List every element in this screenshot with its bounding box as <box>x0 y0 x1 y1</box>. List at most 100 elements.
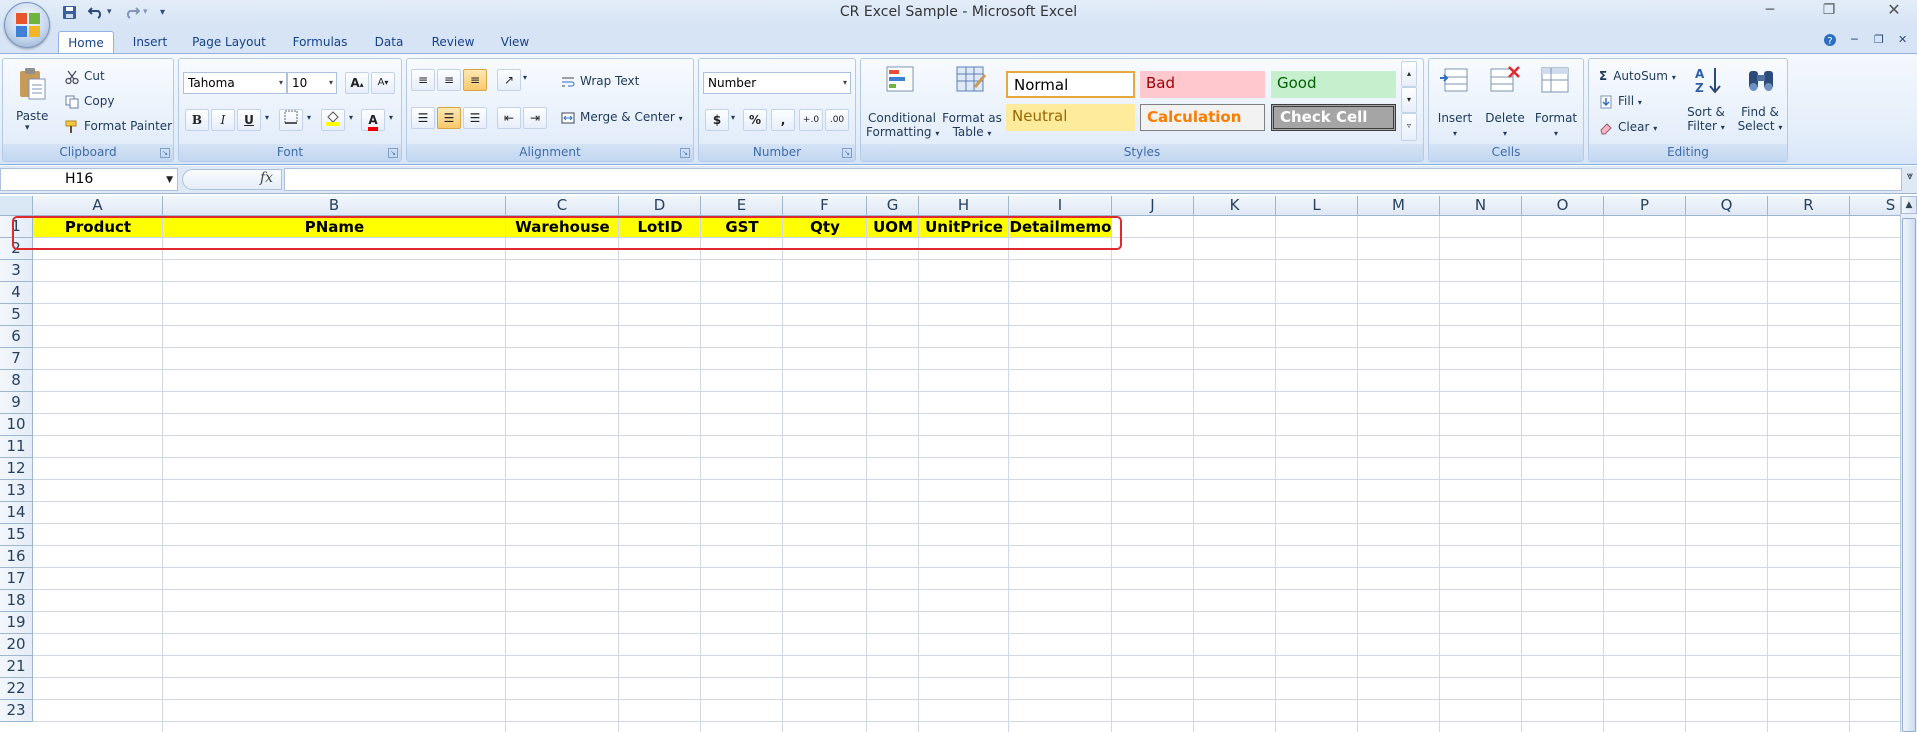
middle-align-button[interactable]: ≡ <box>437 69 461 91</box>
format-as-table-button[interactable]: Format as Table ▾ <box>941 111 1003 139</box>
borders-button[interactable] <box>279 109 303 131</box>
insert-cells-button[interactable]: Insert ▾ <box>1433 111 1477 139</box>
clear-button[interactable]: Clear ▾ <box>1599 120 1657 135</box>
orientation-button[interactable]: ↗ <box>497 69 521 91</box>
increase-decimal-button[interactable]: +.0 <box>799 109 823 131</box>
help-icon[interactable]: ? <box>1823 33 1837 50</box>
formula-input[interactable] <box>284 168 1902 191</box>
column-header-f[interactable]: F <box>783 196 867 216</box>
row-header-12[interactable]: 12 <box>0 458 33 480</box>
tab-home[interactable]: Home <box>58 31 114 54</box>
column-header-a[interactable]: A <box>33 196 163 216</box>
binoculars-icon[interactable] <box>1745 65 1777 95</box>
decrease-decimal-button[interactable]: .00 <box>825 109 849 131</box>
tab-page-layout[interactable]: Page Layout <box>186 31 272 54</box>
name-box[interactable]: H16 ▼ <box>0 168 178 191</box>
ribbon-restore-icon[interactable]: ❐ <box>1874 33 1884 46</box>
merge-dropdown-icon[interactable]: ▾ <box>679 114 683 123</box>
tab-formulas[interactable]: Formulas <box>282 31 358 54</box>
column-header-e[interactable]: E <box>701 196 783 216</box>
column-header-n[interactable]: N <box>1440 196 1522 216</box>
minimize-icon[interactable]: ─ <box>1753 0 1787 22</box>
row-header-9[interactable]: 9 <box>0 392 33 414</box>
top-align-button[interactable]: ≡ <box>411 69 435 91</box>
scroll-up-icon[interactable]: ▲ <box>1901 196 1917 214</box>
fill-color-dropdown-icon[interactable]: ▾ <box>349 113 353 122</box>
row-header-23[interactable]: 23 <box>0 700 33 722</box>
font-color-button[interactable]: A <box>361 109 385 131</box>
font-name-combo[interactable]: Tahoma ▾ <box>183 72 287 94</box>
conditional-formatting-button[interactable]: Conditional Formatting ▾ <box>866 111 939 139</box>
column-header-m[interactable]: M <box>1358 196 1440 216</box>
worksheet-grid[interactable]: ABCDEFGHIJKLMNOPQRS 1 2 3 4 5 6 7 8 9 10 11 12 13 14 1… <box>0 196 1900 732</box>
office-button[interactable] <box>4 2 50 48</box>
cell-style-bad[interactable]: Bad <box>1140 71 1265 98</box>
increase-indent-button[interactable]: ⇥ <box>523 107 547 129</box>
underline-dropdown-icon[interactable]: ▾ <box>265 113 269 122</box>
cell-style-normal[interactable]: Normal <box>1006 71 1135 98</box>
align-left-button[interactable]: ☰ <box>411 107 435 129</box>
alignment-launcher-icon[interactable]: ↘ <box>680 148 690 158</box>
align-right-button[interactable]: ☰ <box>463 107 487 129</box>
close-icon[interactable]: ✕ <box>1877 0 1911 22</box>
row-header-13[interactable]: 13 <box>0 480 33 502</box>
fill-button[interactable]: Fill ▾ <box>1599 94 1642 109</box>
wrap-text-button[interactable]: Wrap Text <box>561 74 639 89</box>
row-header-16[interactable]: 16 <box>0 546 33 568</box>
font-color-dropdown-icon[interactable]: ▾ <box>389 113 393 122</box>
ribbon-minimize-icon[interactable]: ─ <box>1851 33 1858 46</box>
name-box-dropdown-icon[interactable]: ▼ <box>166 170 173 191</box>
row-header-3[interactable]: 3 <box>0 260 33 282</box>
find-select-button[interactable]: Find & Select ▾ <box>1733 105 1787 133</box>
conditional-formatting-icon[interactable] <box>885 65 917 95</box>
styles-scroll-down-icon[interactable]: ▾ <box>1401 87 1417 113</box>
align-center-button[interactable]: ☰ <box>437 107 461 129</box>
number-launcher-icon[interactable]: ↘ <box>842 148 852 158</box>
column-header-b[interactable]: B <box>163 196 506 216</box>
cell-style-neutral[interactable]: Neutral <box>1006 104 1135 131</box>
row-header-10[interactable]: 10 <box>0 414 33 436</box>
tab-insert[interactable]: Insert <box>124 31 176 54</box>
column-header-r[interactable]: R <box>1768 196 1850 216</box>
font-name-dropdown-icon[interactable]: ▾ <box>279 73 283 93</box>
paste-dropdown-icon[interactable]: ▾ <box>25 123 30 133</box>
column-header-q[interactable]: Q <box>1686 196 1768 216</box>
underline-button[interactable]: U <box>237 109 261 131</box>
bottom-align-button[interactable]: ≡ <box>463 69 487 91</box>
borders-dropdown-icon[interactable]: ▾ <box>307 113 311 122</box>
select-all-corner[interactable] <box>0 196 33 216</box>
row-header-21[interactable]: 21 <box>0 656 33 678</box>
sort-filter-icon[interactable]: AZ <box>1693 65 1725 95</box>
grow-font-button[interactable]: A▴ <box>345 72 369 94</box>
restore-icon[interactable]: ❐ <box>1812 0 1846 22</box>
copy-button[interactable]: Copy <box>65 94 114 109</box>
decrease-indent-button[interactable]: ⇤ <box>497 107 521 129</box>
column-header-k[interactable]: K <box>1194 196 1276 216</box>
format-as-table-icon[interactable] <box>955 65 987 95</box>
shrink-font-button[interactable]: A▾ <box>371 72 395 94</box>
column-header-h[interactable]: H <box>919 196 1009 216</box>
scroll-thumb[interactable] <box>1902 218 1916 732</box>
format-painter-button[interactable]: Format Painter <box>65 119 172 134</box>
row-header-8[interactable]: 8 <box>0 370 33 392</box>
row-header-20[interactable]: 20 <box>0 634 33 656</box>
column-header-l[interactable]: L <box>1276 196 1358 216</box>
column-header-g[interactable]: G <box>867 196 919 216</box>
column-header-s[interactable]: S <box>1850 196 1900 216</box>
column-header-c[interactable]: C <box>506 196 619 216</box>
cell-style-good[interactable]: Good <box>1271 71 1396 98</box>
row-header-19[interactable]: 19 <box>0 612 33 634</box>
font-size-combo[interactable]: 10 ▾ <box>287 72 337 94</box>
row-header-14[interactable]: 14 <box>0 502 33 524</box>
clipboard-launcher-icon[interactable]: ↘ <box>160 148 170 158</box>
column-header-p[interactable]: P <box>1604 196 1686 216</box>
row-header-18[interactable]: 18 <box>0 590 33 612</box>
format-cells-button[interactable]: Format ▾ <box>1531 111 1581 139</box>
delete-cells-button[interactable]: Delete ▾ <box>1481 111 1529 139</box>
merge-center-button[interactable]: Merge & Center ▾ <box>561 110 683 125</box>
number-format-dropdown-icon[interactable]: ▾ <box>843 73 847 93</box>
comma-button[interactable]: , <box>771 109 795 131</box>
column-header-i[interactable]: I <box>1009 196 1112 216</box>
expand-formula-bar-icon[interactable]: ⩔ <box>1903 169 1917 191</box>
row-header-11[interactable]: 11 <box>0 436 33 458</box>
